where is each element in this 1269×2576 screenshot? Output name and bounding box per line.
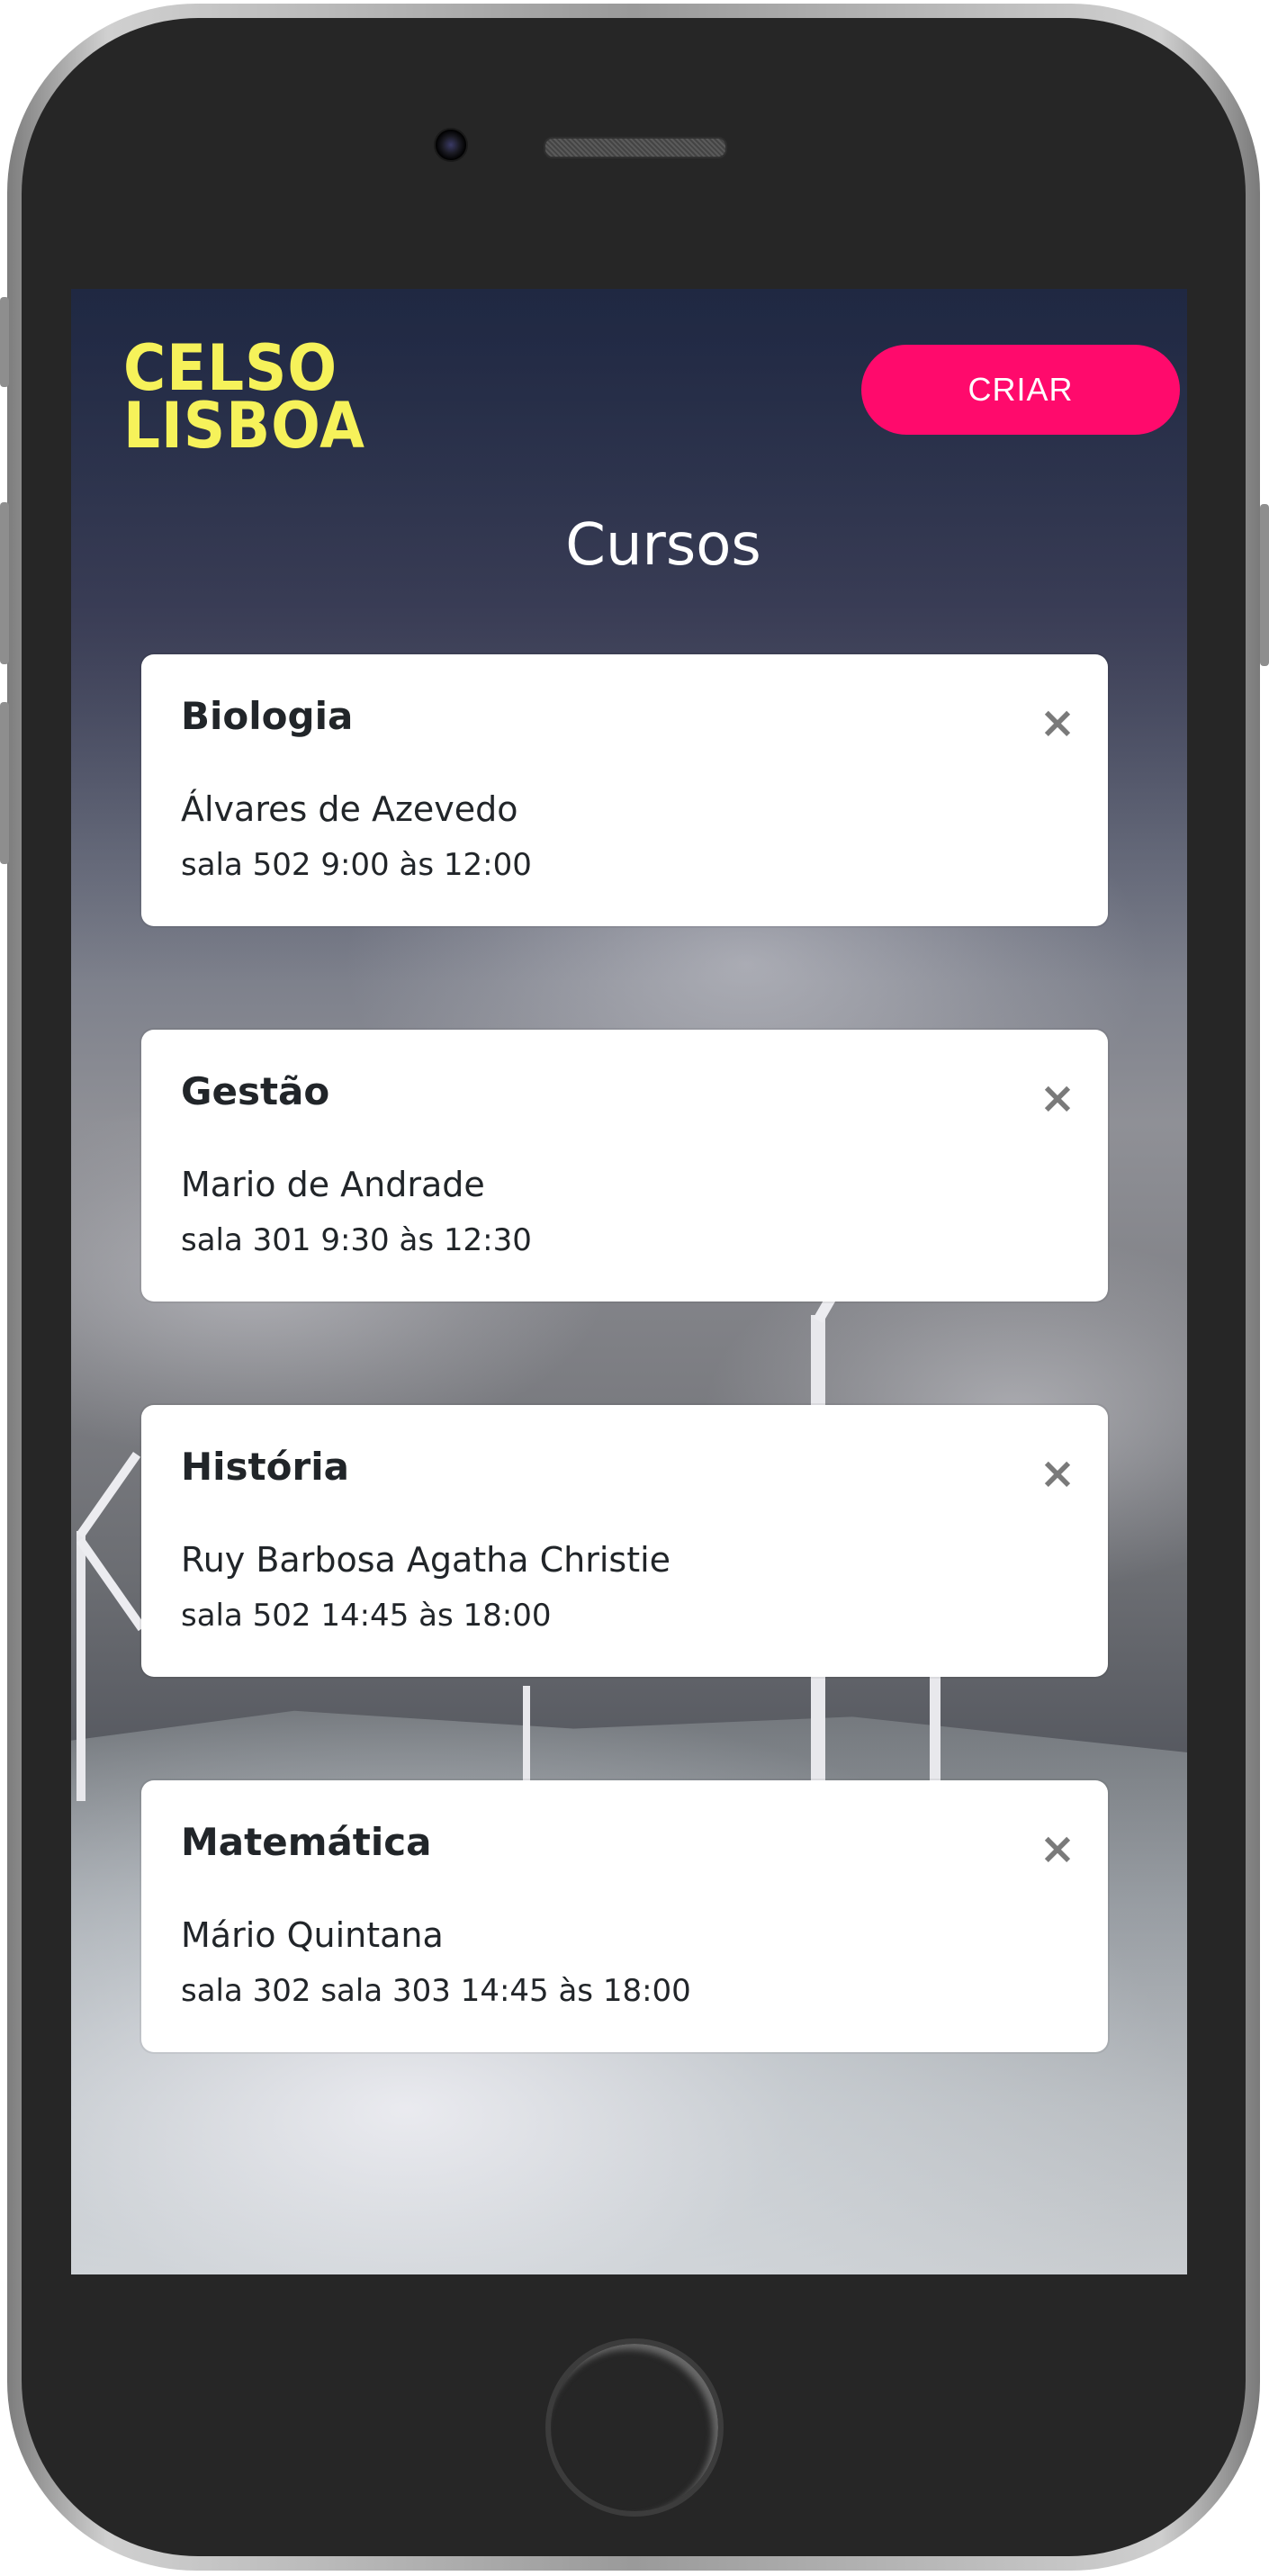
course-card[interactable]: Gestão × Mario de Andrade sala 301 9:30 … [141, 1030, 1108, 1302]
wind-turbine-mast [523, 1686, 530, 1794]
course-schedule: sala 302 sala 303 14:45 às 18:00 [181, 1973, 691, 2009]
course-title: História [181, 1445, 349, 1489]
course-card[interactable]: Biologia × Álvares de Azevedo sala 502 9… [141, 654, 1108, 926]
page-title: Cursos [565, 512, 761, 579]
course-schedule: sala 502 14:45 às 18:00 [181, 1598, 552, 1634]
course-teacher: Mario de Andrade [181, 1165, 485, 1204]
create-course-button[interactable]: CRIAR [861, 345, 1180, 435]
volume-down-button [0, 702, 9, 864]
wind-turbine-blade [76, 1537, 146, 1632]
course-title: Biologia [181, 694, 354, 738]
logo-line-2: LISBOA [123, 389, 365, 463]
course-card[interactable]: História × Ruy Barbosa Agatha Christie s… [141, 1405, 1108, 1677]
close-icon[interactable]: × [1038, 701, 1077, 744]
close-icon[interactable]: × [1038, 1076, 1077, 1120]
app-screen: CELSO LISBOA CRIAR Cursos Biologia × Álv… [71, 289, 1187, 2274]
celso-lisboa-logo[interactable]: CELSO LISBOA [123, 337, 365, 463]
course-teacher: Mário Quintana [181, 1915, 444, 1955]
close-icon[interactable]: × [1038, 1452, 1077, 1495]
course-title: Matemática [181, 1820, 432, 1864]
power-button [1260, 504, 1269, 666]
course-schedule: sala 502 9:00 às 12:00 [181, 847, 532, 883]
course-schedule: sala 301 9:30 às 12:30 [181, 1222, 532, 1258]
course-card[interactable]: Matemática × Mário Quintana sala 302 sal… [141, 1780, 1108, 2052]
wind-turbine-blade [76, 1452, 141, 1538]
mute-switch [0, 297, 9, 387]
course-teacher: Álvares de Azevedo [181, 789, 518, 829]
front-camera [434, 128, 468, 162]
earpiece-speaker [544, 137, 727, 158]
volume-up-button [0, 502, 9, 664]
home-button[interactable] [545, 2338, 724, 2517]
course-title: Gestão [181, 1069, 330, 1113]
wind-turbine-mast [76, 1531, 86, 1801]
close-icon[interactable]: × [1038, 1827, 1077, 1870]
course-teacher: Ruy Barbosa Agatha Christie [181, 1540, 671, 1580]
